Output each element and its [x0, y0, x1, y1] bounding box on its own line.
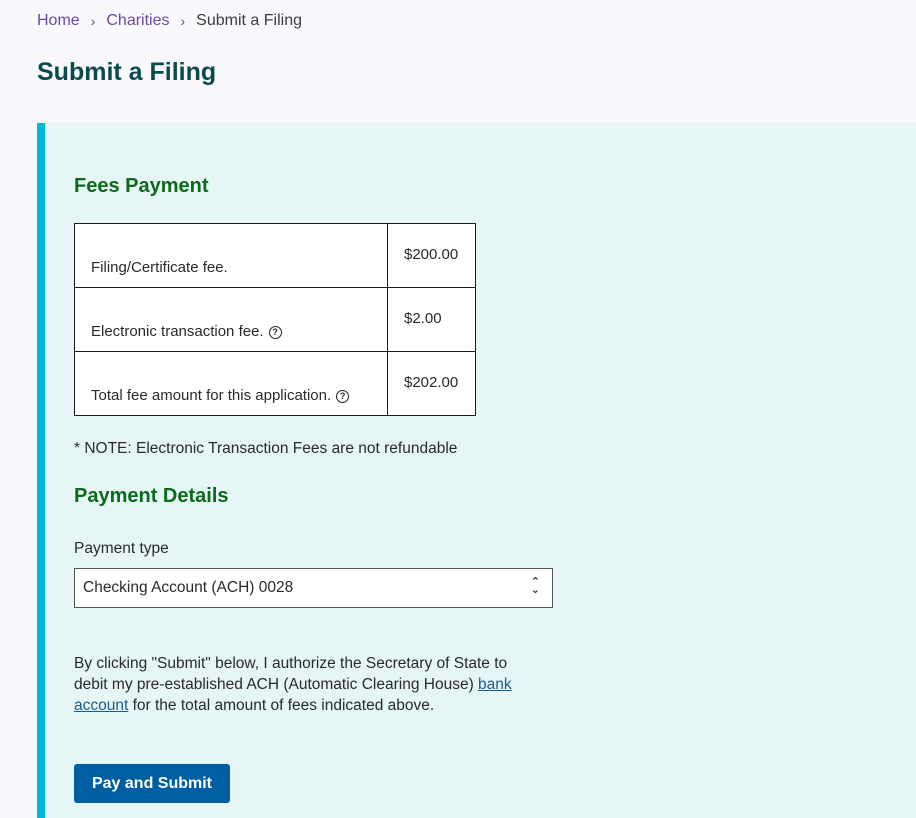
chevron-up-down-icon: ⌃ ⌄: [530, 576, 540, 596]
breadcrumb-separator-icon: ›: [90, 13, 96, 29]
fees-payment-panel: Fees Payment Filing/Certificate fee. $20…: [37, 123, 916, 818]
breadcrumb-separator-icon: ›: [180, 13, 186, 29]
fee-amount: $202.00: [387, 351, 476, 416]
fee-label-cell: Total fee amount for this application.?: [74, 351, 388, 416]
fee-amount: $200.00: [387, 223, 476, 288]
fee-label: Filing/Certificate fee.: [91, 259, 228, 276]
pay-and-submit-button[interactable]: Pay and Submit: [74, 764, 230, 803]
payment-type-label: Payment type: [74, 540, 169, 557]
fee-label-cell: Electronic transaction fee.?: [74, 287, 388, 352]
fee-label: Total fee amount for this application.: [91, 387, 332, 404]
authorization-text: By clicking "Submit" below, I authorize …: [74, 653, 534, 716]
table-row: Filing/Certificate fee. $200.00: [74, 223, 476, 288]
refund-note: * NOTE: Electronic Transaction Fees are …: [74, 440, 458, 457]
auth-text-after: for the total amount of fees indicated a…: [128, 697, 435, 714]
table-row: Electronic transaction fee.? $2.00: [74, 287, 476, 352]
payment-details-heading: Payment Details: [74, 485, 229, 507]
auth-text-before: By clicking "Submit" below, I authorize …: [74, 655, 508, 693]
fee-label-cell: Filing/Certificate fee.: [74, 223, 388, 288]
breadcrumb-current: Submit a Filing: [196, 12, 302, 29]
fees-payment-heading: Fees Payment: [74, 175, 209, 197]
help-icon[interactable]: ?: [336, 390, 350, 403]
page-title: Submit a Filing: [37, 58, 217, 86]
breadcrumb-charities[interactable]: Charities: [106, 12, 169, 30]
payment-type-value: Checking Account (ACH) 0028: [83, 579, 294, 596]
fees-table: Filing/Certificate fee. $200.00 Electron…: [74, 223, 476, 416]
fee-amount: $2.00: [387, 287, 476, 352]
breadcrumb: Home › Charities › Submit a Filing: [37, 12, 302, 30]
breadcrumb-home[interactable]: Home: [37, 12, 80, 30]
table-row: Total fee amount for this application.? …: [74, 351, 476, 416]
payment-type-select[interactable]: Checking Account (ACH) 0028 ⌃ ⌄: [74, 568, 553, 608]
fee-label: Electronic transaction fee.: [91, 323, 264, 340]
help-icon[interactable]: ?: [268, 326, 282, 339]
